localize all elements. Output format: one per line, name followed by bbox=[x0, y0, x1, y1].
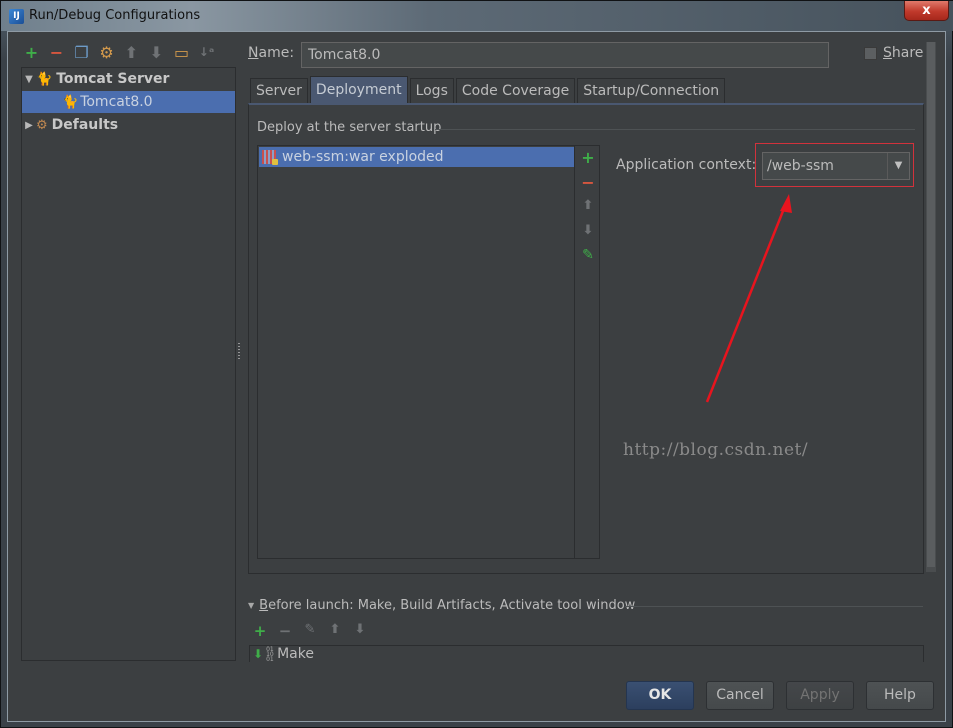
edit-defaults-icon[interactable]: ⚙ bbox=[97, 43, 116, 62]
help-button[interactable]: Help bbox=[866, 681, 934, 710]
edit-pencil-icon[interactable]: ✎ bbox=[302, 622, 318, 640]
add-icon[interactable]: + bbox=[252, 622, 268, 640]
intellij-idea-icon: IJ bbox=[9, 9, 24, 24]
splitter-handle[interactable] bbox=[237, 342, 241, 360]
divider bbox=[625, 606, 923, 607]
remove-icon[interactable]: − bbox=[575, 173, 601, 192]
section-title: Deploy at the server startup bbox=[257, 120, 442, 135]
tab-code-coverage[interactable]: Code Coverage bbox=[455, 78, 576, 103]
tree-item-defaults[interactable]: ▶ ⚙ Defaults bbox=[22, 114, 235, 136]
window-title: Run/Debug Configurations bbox=[29, 8, 201, 23]
artifact-list: web-ssm:war exploded + − ⬆ ⬇ ✎ bbox=[257, 145, 600, 559]
tab-bar: Server Deployment Logs Code Coverage Sta… bbox=[250, 76, 727, 103]
sort-icon[interactable]: ↓ᵃ bbox=[197, 43, 216, 62]
watermark-text: http://blog.csdn.net/ bbox=[623, 440, 809, 460]
collapse-arrow-icon[interactable]: ▶ bbox=[22, 120, 36, 131]
tab-server[interactable]: Server bbox=[250, 78, 308, 103]
defaults-wrench-icon: ⚙ bbox=[36, 117, 48, 133]
ok-button[interactable]: OK bbox=[626, 681, 694, 710]
application-context-label: Application context: bbox=[616, 157, 757, 173]
folder-icon[interactable]: ▭ bbox=[172, 43, 191, 62]
tree-item-label: Tomcat8.0 bbox=[80, 94, 153, 110]
close-button[interactable]: x bbox=[904, 1, 949, 21]
move-down-icon[interactable]: ⬇ bbox=[575, 223, 601, 238]
scrollbar-thumb[interactable] bbox=[927, 42, 935, 567]
remove-icon[interactable]: − bbox=[47, 43, 66, 62]
artifact-list-toolbar: + − ⬆ ⬇ ✎ bbox=[574, 146, 600, 558]
name-label: Name: bbox=[248, 45, 295, 61]
tab-deployment[interactable]: Deployment bbox=[309, 76, 408, 103]
tree-item-tomcat-server[interactable]: ▼ 🐈 Tomcat Server bbox=[22, 68, 235, 90]
share-checkbox[interactable]: Share bbox=[864, 45, 923, 61]
run-debug-configurations-dialog: IJ Run/Debug Configurations x + − ❐ ⚙ ⬆ … bbox=[0, 0, 953, 728]
artifact-label: web-ssm:war exploded bbox=[282, 149, 444, 165]
add-icon[interactable]: + bbox=[22, 43, 41, 62]
collapse-arrow-icon[interactable]: ▼ bbox=[248, 601, 254, 610]
deployment-panel: Deploy at the server startup web-ssm:war… bbox=[248, 103, 924, 574]
tomcat-icon: 🐈 bbox=[62, 94, 79, 110]
edit-pencil-icon[interactable]: ✎ bbox=[575, 247, 601, 263]
remove-icon[interactable]: − bbox=[277, 622, 293, 640]
binary-icon: 01 10 01 bbox=[266, 645, 274, 663]
war-artifact-icon bbox=[262, 150, 278, 165]
task-label[interactable]: Make bbox=[277, 646, 314, 662]
apply-button[interactable]: Apply bbox=[786, 681, 854, 710]
tree-item-tomcat8[interactable]: 🐈 Tomcat8.0 bbox=[22, 91, 235, 113]
before-launch-toolbar: + − ✎ ⬆ ⬇ bbox=[252, 622, 368, 640]
tree-item-label: Tomcat Server bbox=[56, 71, 170, 87]
tab-startup-connection[interactable]: Startup/Connection bbox=[577, 78, 726, 103]
list-item[interactable]: web-ssm:war exploded bbox=[259, 147, 574, 167]
move-down-icon[interactable]: ⬇ bbox=[147, 43, 166, 62]
add-icon[interactable]: + bbox=[575, 148, 601, 167]
vertical-scrollbar[interactable] bbox=[926, 42, 936, 572]
make-icon: ⬇ bbox=[253, 647, 264, 661]
copy-icon[interactable]: ❐ bbox=[72, 43, 91, 62]
before-launch-title: Before launch: Make, Build Artifacts, Ac… bbox=[259, 598, 636, 613]
expand-arrow-icon[interactable]: ▼ bbox=[22, 74, 36, 85]
dialog-content: + − ❐ ⚙ ⬆ ⬇ ▭ ↓ᵃ ▼ 🐈 Tomcat Server 🐈 Tom… bbox=[7, 31, 946, 722]
tab-logs[interactable]: Logs bbox=[409, 78, 454, 103]
configurations-toolbar: + − ❐ ⚙ ⬆ ⬇ ▭ ↓ᵃ bbox=[22, 42, 216, 62]
share-label: Share bbox=[883, 45, 924, 61]
move-down-icon[interactable]: ⬇ bbox=[352, 622, 368, 640]
before-launch-header[interactable]: ▼ Before launch: Make, Build Artifacts, … bbox=[248, 598, 635, 613]
title-bar[interactable]: IJ Run/Debug Configurations x bbox=[1, 1, 953, 31]
chevron-down-icon[interactable]: ▼ bbox=[887, 153, 909, 179]
move-up-icon[interactable]: ⬆ bbox=[575, 198, 601, 213]
before-launch-list: ⬇ 01 10 01 Make bbox=[249, 645, 924, 662]
tree-item-label: Defaults bbox=[51, 117, 119, 133]
move-up-icon[interactable]: ⬆ bbox=[122, 43, 141, 62]
cancel-button[interactable]: Cancel bbox=[706, 681, 774, 710]
tomcat-icon: 🐈 bbox=[36, 71, 53, 87]
application-context-combobox[interactable]: /web-ssm ▼ bbox=[762, 152, 910, 180]
name-input[interactable]: Tomcat8.0 bbox=[301, 42, 829, 68]
move-up-icon[interactable]: ⬆ bbox=[327, 622, 343, 640]
checkbox-box[interactable] bbox=[864, 46, 877, 60]
divider bbox=[435, 129, 915, 130]
application-context-value[interactable]: /web-ssm bbox=[763, 153, 887, 179]
configurations-tree: ▼ 🐈 Tomcat Server 🐈 Tomcat8.0 ▶ ⚙ Defaul… bbox=[21, 67, 236, 661]
